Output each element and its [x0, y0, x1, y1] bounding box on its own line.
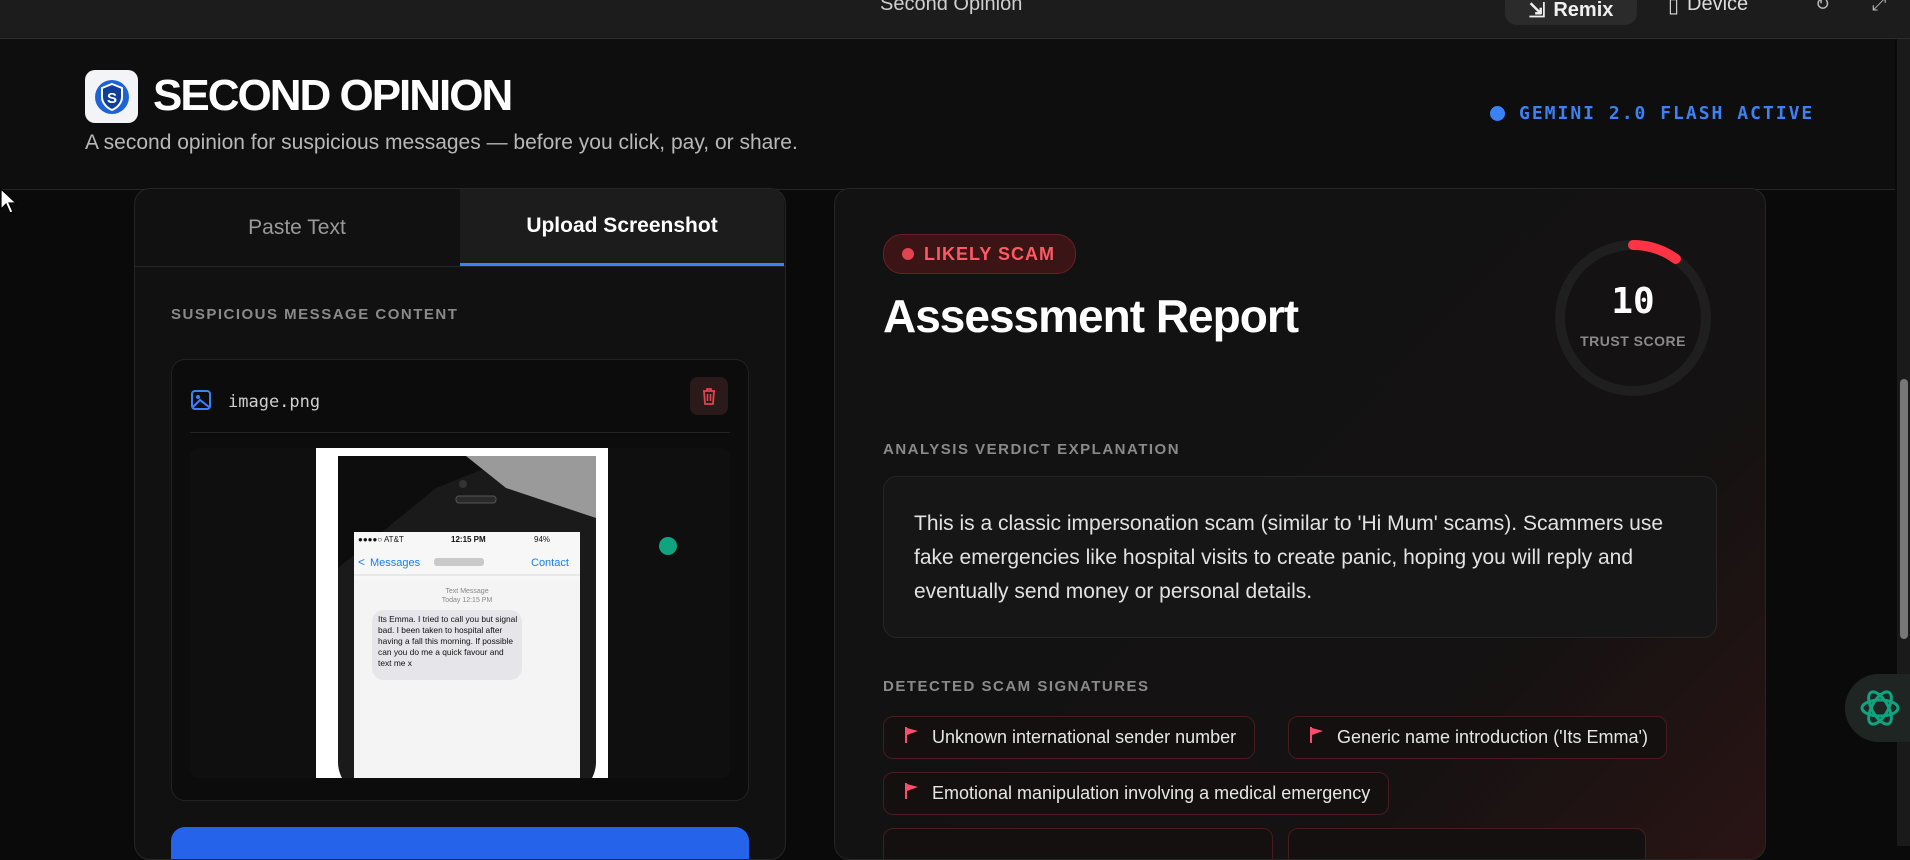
- remix-icon: ⇲: [1528, 0, 1546, 22]
- signature-text: Generic name introduction ('Its Emma'): [1337, 727, 1648, 747]
- flag-icon: [904, 782, 920, 805]
- trust-score-label: TRUST SCORE: [1580, 333, 1686, 349]
- phone-message-time: Today 12:15 PM: [442, 597, 493, 604]
- phone-status-right: 94%: [534, 535, 550, 544]
- app-topbar: Second Opinion ⇲ Remix ▯ Device ↻ ⤢: [0, 0, 1910, 39]
- phone-back-label: Messages: [370, 557, 421, 569]
- app-title: Second Opinion: [880, 0, 1023, 15]
- uploaded-file-panel: image.png ●●●●○ AT&T 12:15 PM 94% < Mess…: [171, 359, 749, 801]
- verdict-dot-icon: [902, 248, 914, 260]
- flag-icon: [1309, 726, 1325, 749]
- image-file-icon: [190, 389, 212, 416]
- verdict-explanation: This is a classic impersonation scam (si…: [883, 476, 1717, 638]
- shield-logo-icon: S: [85, 70, 138, 123]
- trash-icon: [703, 388, 715, 405]
- phone-status-left: ●●●●○ AT&T: [358, 535, 404, 544]
- remix-label: Remix: [1553, 0, 1614, 21]
- report-title: Assessment Report: [883, 290, 1299, 342]
- screenshot-preview: ●●●●○ AT&T 12:15 PM 94% < Messages Conta…: [190, 448, 730, 778]
- file-divider: [190, 432, 730, 433]
- tagline: A second opinion for suspicious messages…: [85, 131, 798, 154]
- phone-message-text: Its Emma. I tried to call you but signal…: [378, 614, 518, 668]
- brand-title: SECOND OPINION: [153, 71, 513, 120]
- trust-score-arc: [1628, 240, 1681, 264]
- phone-screenshot-image: ●●●●○ AT&T 12:15 PM 94% < Messages Conta…: [316, 448, 608, 778]
- file-name: image.png: [228, 392, 321, 412]
- delete-file-button[interactable]: [690, 377, 728, 415]
- model-status: GEMINI 2.0 FLASH ACTIVE: [1490, 103, 1814, 124]
- flag-icon: [904, 726, 920, 749]
- signature-pill-partial: [1288, 828, 1646, 859]
- trust-score-gauge: 10 TRUST SCORE: [1553, 238, 1713, 398]
- message-content-label: SUSPICIOUS MESSAGE CONTENT: [171, 306, 459, 323]
- tab-upload-screenshot[interactable]: Upload Screenshot: [460, 189, 784, 266]
- verdict-label: LIKELY SCAM: [924, 243, 1056, 264]
- device-icon: ▯: [1668, 0, 1680, 17]
- green-indicator-dot: [659, 537, 677, 555]
- phone-message-meta: Text Message: [445, 588, 488, 595]
- signatures-label: DETECTED SCAM SIGNATURES: [883, 678, 1150, 695]
- mouse-cursor-icon: [0, 188, 18, 214]
- device-label: Device: [1687, 0, 1749, 15]
- signature-pill: Emotional manipulation involving a medic…: [883, 772, 1390, 815]
- svg-text:<: <: [358, 555, 365, 569]
- model-status-label: GEMINI 2.0 FLASH ACTIVE: [1519, 103, 1815, 124]
- remix-button[interactable]: ⇲ Remix: [1505, 0, 1637, 25]
- input-card: Paste Text Upload Screenshot SUSPICIOUS …: [134, 188, 786, 860]
- signature-pill: Generic name introduction ('Its Emma'): [1288, 716, 1667, 759]
- phone-status-time: 12:15 PM: [451, 535, 486, 544]
- openai-knot-icon: [1860, 690, 1900, 726]
- explanation-label: ANALYSIS VERDICT EXPLANATION: [883, 441, 1181, 458]
- fullscreen-icon[interactable]: ⤢: [1872, 0, 1886, 15]
- report-card: LIKELY SCAM Assessment Report 10 TRUST S…: [834, 188, 1766, 860]
- svg-text:S: S: [106, 90, 116, 107]
- signature-text: Emotional manipulation involving a medic…: [932, 783, 1371, 803]
- verdict-badge: LIKELY SCAM: [883, 234, 1077, 274]
- scrollbar-thumb[interactable]: [1900, 379, 1908, 639]
- trust-score-value: 10: [1611, 281, 1655, 322]
- ai-assistant-button[interactable]: [1845, 674, 1910, 742]
- refresh-icon[interactable]: ↻: [1815, 0, 1830, 15]
- tab-paste-text[interactable]: Paste Text: [135, 189, 459, 266]
- device-button[interactable]: ▯ Device: [1668, 0, 1748, 18]
- analyze-button[interactable]: [171, 827, 749, 859]
- page-header: S SECOND OPINION A second opinion for su…: [0, 39, 1895, 190]
- signature-pill-partial: [883, 828, 1273, 859]
- status-dot-icon: [1490, 106, 1505, 121]
- signature-pill: Unknown international sender number: [883, 716, 1256, 759]
- signature-text: Unknown international sender number: [932, 727, 1237, 747]
- file-row: image.png: [190, 382, 730, 422]
- phone-contact-label: Contact: [531, 557, 569, 569]
- input-tabs: Paste Text Upload Screenshot: [135, 189, 785, 267]
